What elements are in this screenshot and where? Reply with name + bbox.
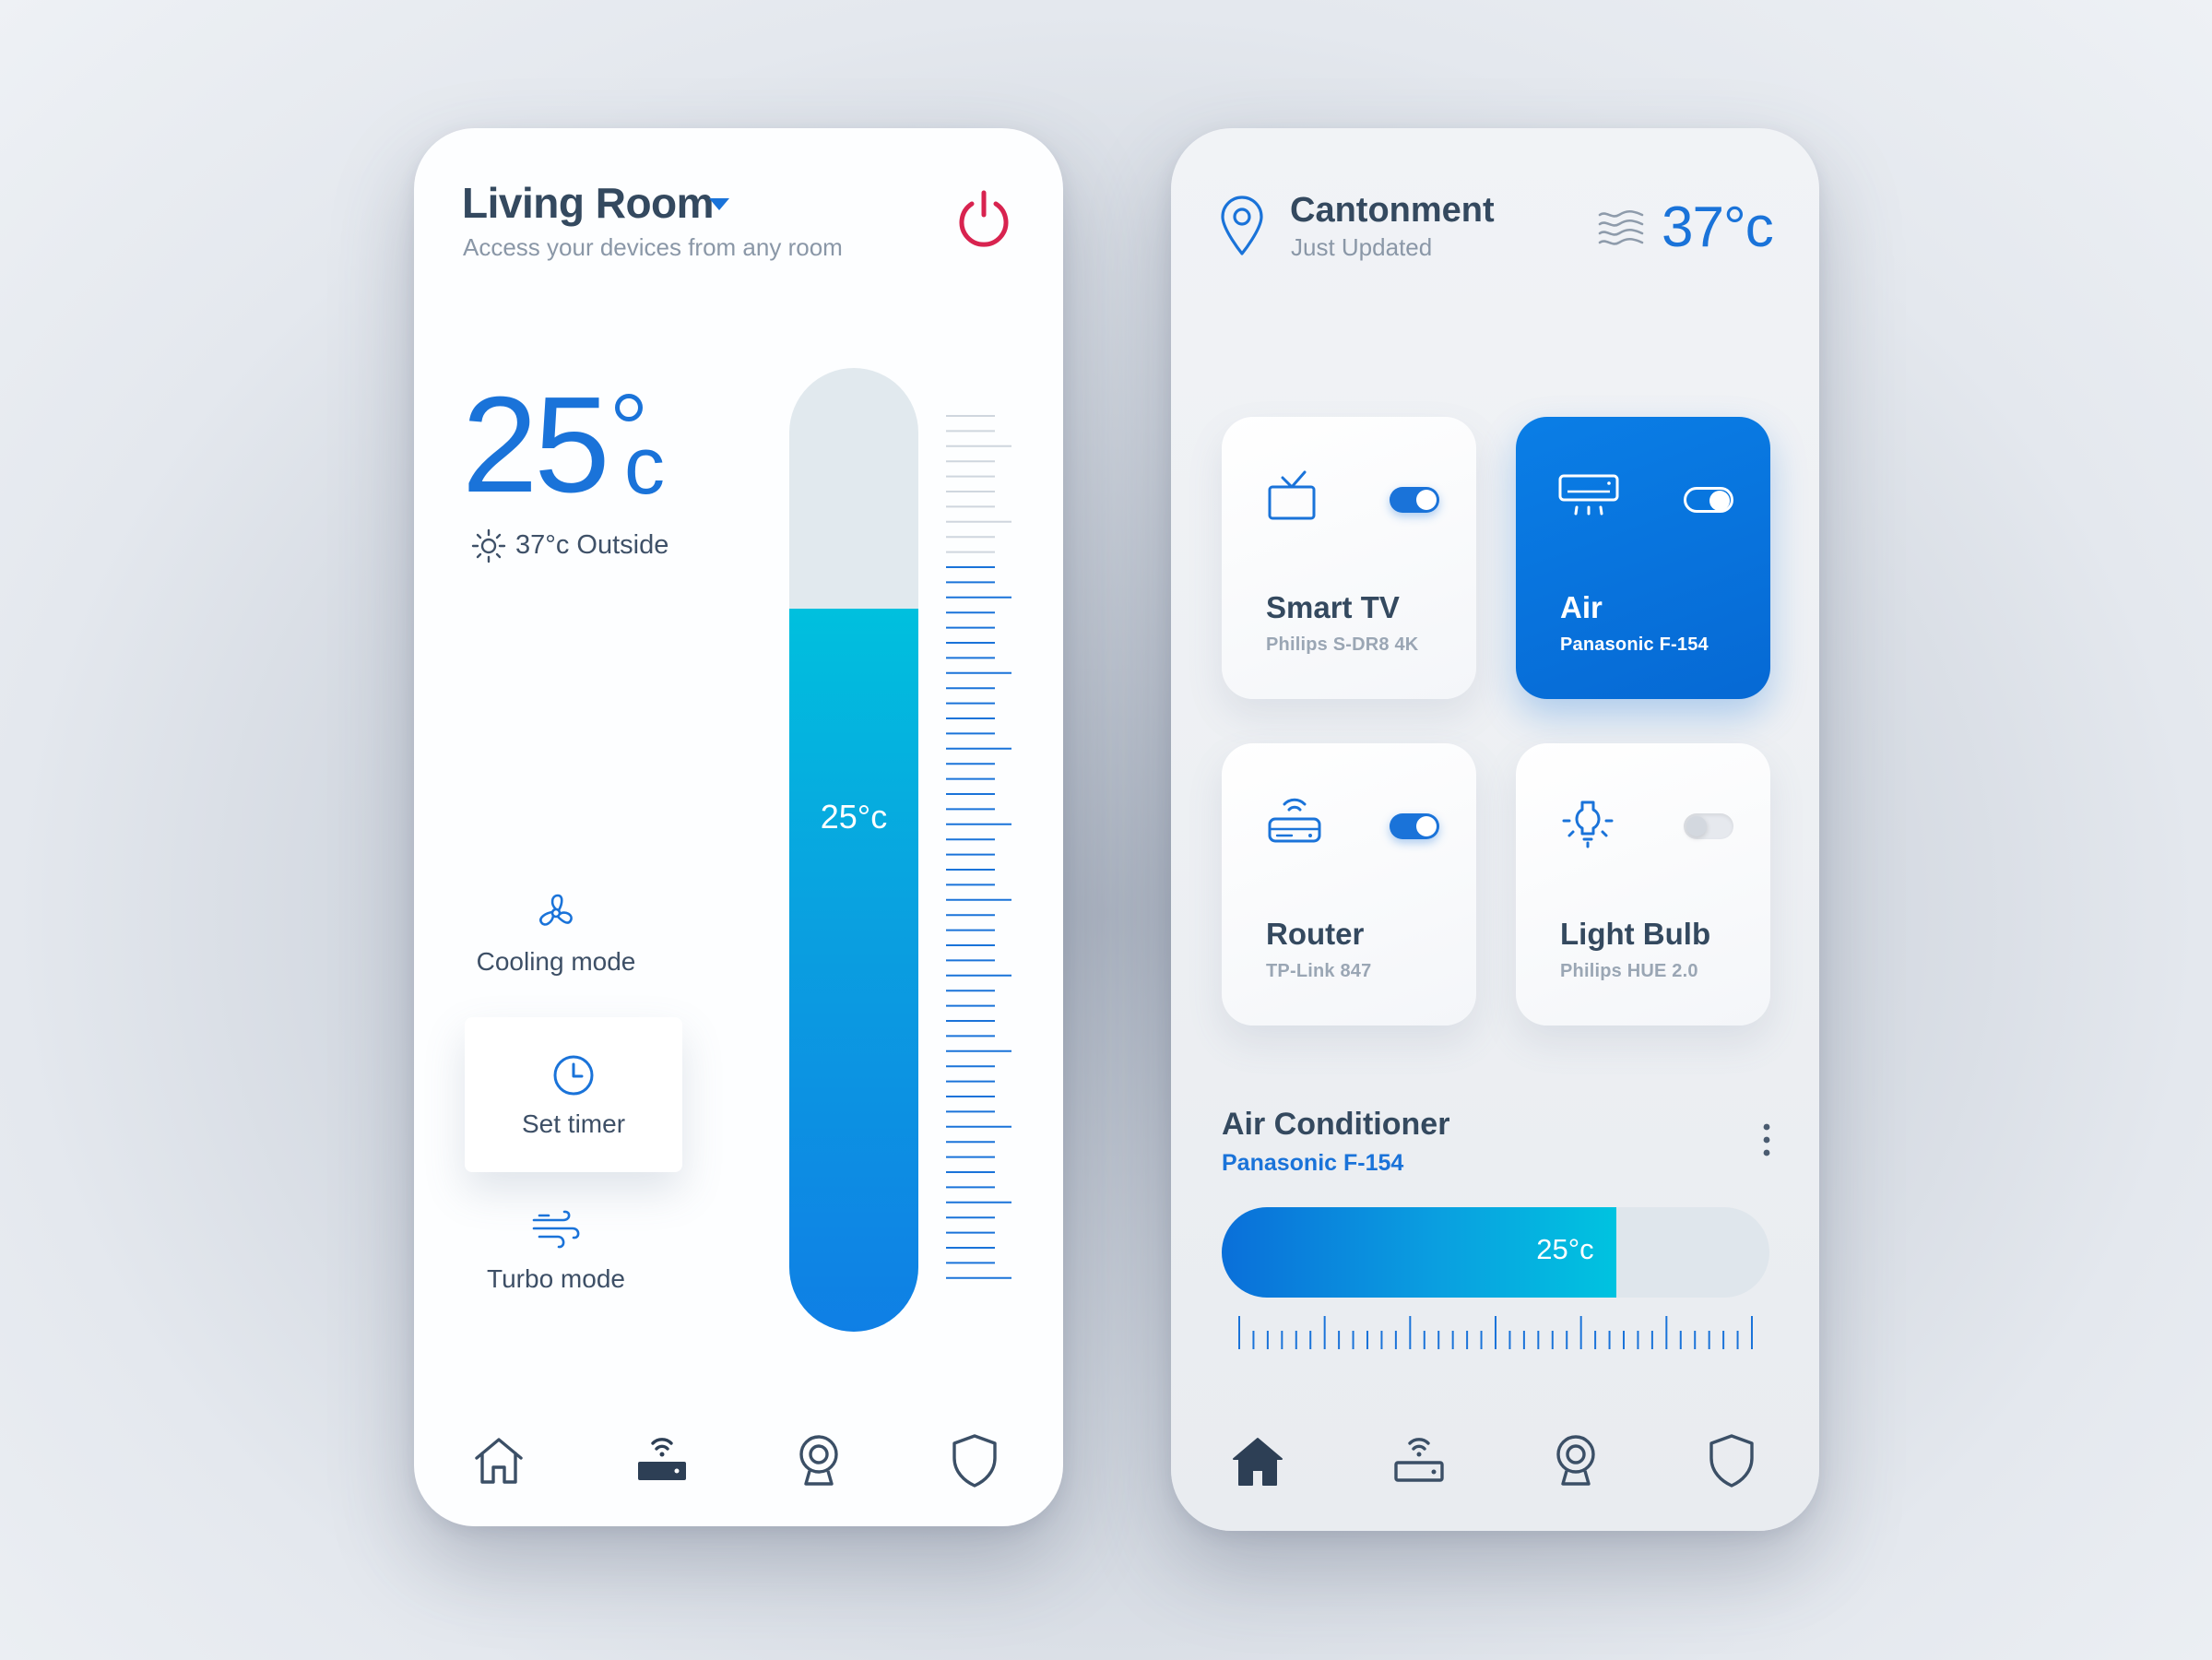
device-name: Smart TV [1266,590,1400,624]
device-model: TP-Link 847 [1266,961,1372,981]
sun-icon [471,528,506,563]
device-name: Air [1560,590,1603,624]
wind-icon [532,1210,580,1249]
light-bulb-toggle[interactable] [1684,813,1733,839]
camera-icon[interactable] [1546,1430,1605,1489]
device-model: Philips S-DR8 4K [1266,634,1419,655]
smart-tv-toggle[interactable] [1390,487,1439,513]
thermostat-level [789,609,918,1332]
outside-temperature: 37°c Outside [515,530,669,560]
current-temperature-unit: c [624,420,665,511]
caret-down-icon[interactable] [709,198,729,210]
router-icon[interactable] [633,1429,692,1488]
device-card-router[interactable]: Router TP-Link 847 [1222,743,1476,1026]
ac-temperature-scale [1238,1316,1753,1349]
set-timer-label: Set timer [521,1109,626,1138]
device-card-smart-tv[interactable]: Smart TV Philips S-DR8 4K [1222,417,1476,699]
cooling-mode-label: Cooling mode [476,947,636,976]
set-timer-button[interactable]: Set timer [465,1017,682,1172]
location-subtitle: Just Updated [1291,233,1433,261]
weather-temperature: 37°c [1662,196,1774,259]
home-icon[interactable] [1228,1431,1287,1490]
shield-icon[interactable] [1702,1430,1761,1489]
device-name: Router [1266,917,1365,951]
thermostat-slider[interactable]: 25°c [789,368,918,1332]
ac-title: Air Conditioner [1222,1107,1450,1142]
home-icon[interactable] [469,1430,528,1489]
air-conditioner-icon [1558,474,1619,516]
more-options-icon[interactable] [1761,1121,1772,1158]
haze-icon [1598,209,1644,245]
location-pin-icon [1221,196,1263,255]
turbo-mode-label: Turbo mode [487,1264,625,1293]
device-model: Panasonic F-154 [1560,634,1709,655]
tv-icon [1268,470,1316,520]
ac-model: Panasonic F-154 [1222,1150,1404,1176]
cooling-mode-button[interactable]: Cooling mode [447,892,665,977]
degree-symbol [615,394,643,421]
router-icon [1268,798,1321,843]
device-card-light-bulb[interactable]: Light Bulb Philips HUE 2.0 [1516,743,1770,1026]
room-title[interactable]: Living Room [462,178,715,228]
device-name: Light Bulb [1560,917,1711,951]
fan-icon [539,894,573,926]
ac-temperature-slider[interactable]: 25°c [1222,1207,1769,1298]
camera-icon[interactable] [789,1430,848,1489]
device-model: Philips HUE 2.0 [1560,961,1698,981]
light-bulb-icon [1562,800,1614,848]
air-toggle[interactable] [1684,487,1733,513]
router-icon[interactable] [1390,1429,1449,1488]
device-card-air[interactable]: Air Panasonic F-154 [1516,417,1770,699]
clock-icon [553,1055,594,1096]
current-temperature-value: 25 [462,369,610,521]
room-control-panel: Living Room Access your devices from any… [414,128,1063,1526]
shield-icon[interactable] [945,1430,1004,1489]
thermostat-scale [946,415,1011,1279]
location-title: Cantonment [1290,191,1495,230]
power-icon[interactable] [955,187,1012,248]
room-subtitle: Access your devices from any room [463,233,843,261]
devices-panel: Cantonment Just Updated 37°c Smart TV Ph… [1171,128,1819,1531]
ac-temperature-level: 25°c [1222,1207,1616,1298]
router-toggle[interactable] [1390,813,1439,839]
ac-temperature-value: 25°c [1536,1233,1594,1265]
thermostat-value: 25°c [820,798,888,836]
turbo-mode-button[interactable]: Turbo mode [447,1209,665,1294]
